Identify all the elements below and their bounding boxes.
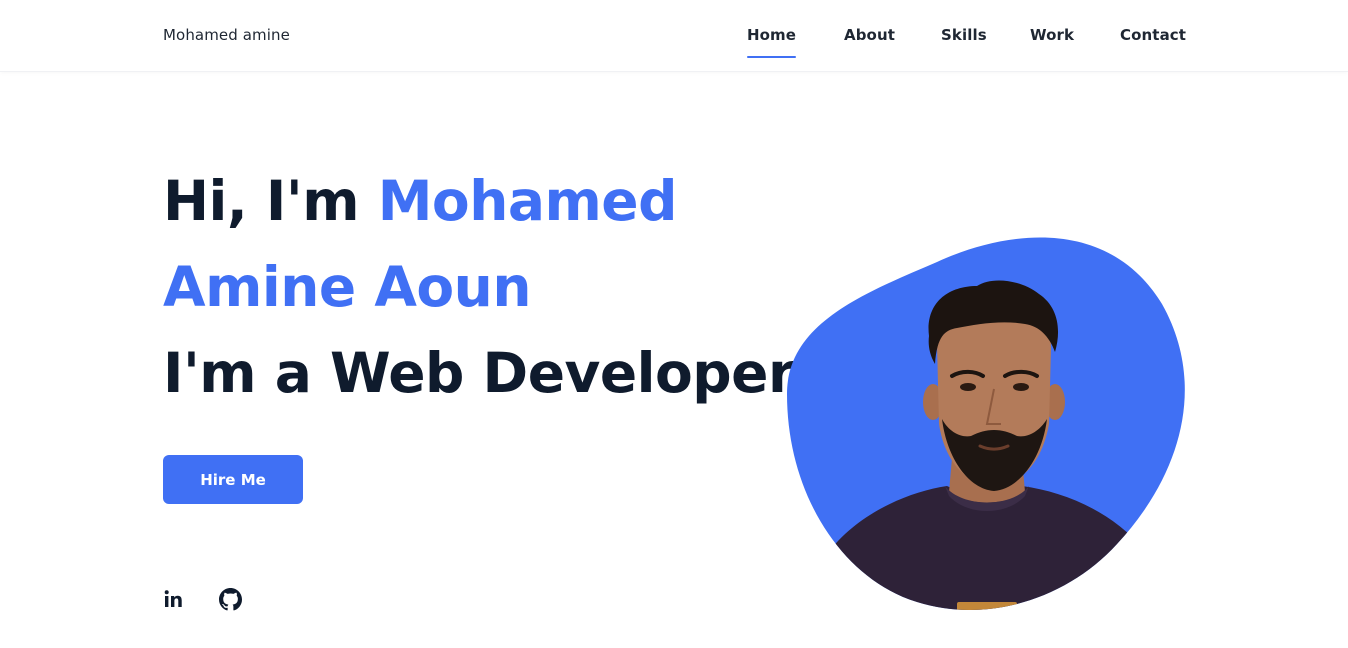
nav-home[interactable]: Home [747, 26, 797, 58]
nav-skills[interactable]: Skills [941, 26, 987, 44]
hero-greeting: Hi, I'm [163, 169, 378, 233]
hero-role: I'm a Web Developer [163, 341, 795, 405]
site-header: Mohamed amine Home About Skills Work Con… [0, 0, 1348, 72]
hire-me-button[interactable]: Hire Me [163, 455, 303, 504]
linkedin-link[interactable] [163, 588, 185, 610]
github-icon [219, 588, 242, 611]
nav-contact[interactable]: Contact [1120, 26, 1186, 44]
main-nav: Home About Skills Work Contact [0, 26, 1348, 66]
hero-name-last: Amine Aoun [163, 255, 532, 319]
nav-work[interactable]: Work [1030, 26, 1074, 44]
nav-about[interactable]: About [844, 26, 895, 44]
hero-name-first: Mohamed [377, 169, 678, 233]
hero-title: Hi, I'm Mohamed Amine Aoun I'm a Web Dev… [163, 158, 795, 416]
linkedin-icon [164, 590, 182, 607]
profile-image [787, 224, 1187, 614]
github-link[interactable] [219, 588, 242, 611]
